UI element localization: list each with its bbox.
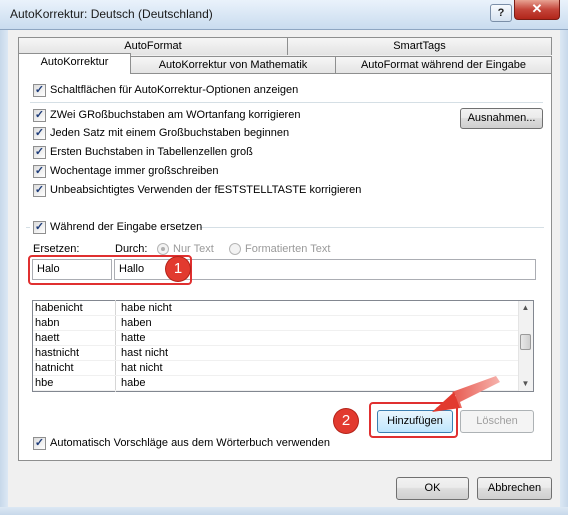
tab-autokorrektur[interactable]: AutoKorrektur <box>18 53 131 74</box>
with-input[interactable]: Hallo <box>114 259 536 280</box>
close-button[interactable]: ✕ <box>514 0 560 20</box>
table-caps-checkbox[interactable]: ✓ <box>33 146 46 159</box>
show-buttons-checkbox[interactable]: ✓ <box>33 84 46 97</box>
window-title: AutoKorrektur: Deutsch (Deutschland) <box>10 7 213 21</box>
window-frame-right <box>560 30 568 515</box>
tab-autoformat-eingabe[interactable]: AutoFormat während der Eingabe <box>335 56 552 74</box>
exceptions-button[interactable]: Ausnahmen... <box>460 108 543 129</box>
sentence-caps-checkbox[interactable]: ✓ <box>33 127 46 140</box>
delete-button[interactable]: Löschen <box>460 410 534 433</box>
window-frame-left <box>0 30 8 515</box>
replace-while-typing-checkbox[interactable]: ✓ <box>33 221 46 234</box>
cancel-button[interactable]: Abbrechen <box>477 477 552 500</box>
weekdays-checkbox[interactable]: ✓ <box>33 165 46 178</box>
ok-button[interactable]: OK <box>396 477 469 500</box>
two-caps-checkbox[interactable]: ✓ <box>33 109 46 122</box>
window-frame-bottom <box>0 507 568 515</box>
add-button[interactable]: Hinzufügen <box>377 410 453 433</box>
tab-autokorrektur-mathematik[interactable]: AutoKorrektur von Mathematik <box>130 56 336 74</box>
replace-input[interactable]: Halo <box>32 259 112 280</box>
help-button[interactable]: ? <box>490 4 512 22</box>
plain-text-radio[interactable] <box>157 243 169 255</box>
capslock-checkbox[interactable]: ✓ <box>33 184 46 197</box>
formatted-text-radio[interactable] <box>229 243 241 255</box>
tab-smarttags[interactable]: SmartTags <box>287 37 552 55</box>
dictionary-suggestions-checkbox[interactable]: ✓ <box>33 437 46 450</box>
